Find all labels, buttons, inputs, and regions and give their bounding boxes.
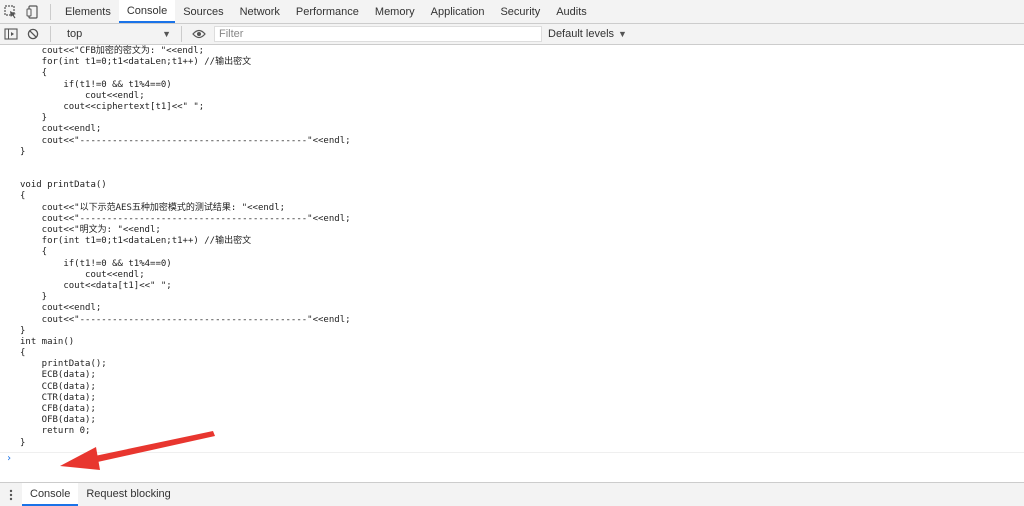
code-line: CCB(data); xyxy=(20,381,96,392)
code-line: for(int t1=0;t1<dataLen;t1++) //输出密文 xyxy=(20,236,252,247)
code-line: CTR(data); xyxy=(20,392,96,403)
code-line: return 0; xyxy=(20,426,91,437)
code-line: for(int t1=0;t1<dataLen;t1++) //输出密文 xyxy=(20,57,252,68)
toolbar-divider xyxy=(50,4,51,20)
cursor-box-icon[interactable] xyxy=(0,0,22,24)
code-line: cout<<"---------------------------------… xyxy=(20,213,351,224)
code-line: cout<<ciphertext[t1]<<" "; xyxy=(20,101,205,112)
toolbar-divider xyxy=(181,26,182,42)
caret-down-icon: ▼ xyxy=(618,29,627,39)
caret-down-icon: ▼ xyxy=(162,29,171,39)
code-line: cout<<data[t1]<<" "; xyxy=(20,280,172,291)
code-line: { xyxy=(20,191,26,202)
filter-input[interactable] xyxy=(214,26,542,42)
code-line: cout<<"---------------------------------… xyxy=(20,314,351,325)
code-line: { xyxy=(20,348,26,359)
tab-console[interactable]: Console xyxy=(118,0,176,23)
code-line: cout<<endl; xyxy=(20,124,102,135)
drawer-tab-request-blocking[interactable]: Request blocking xyxy=(78,483,178,506)
drawer-tabbar: Console Request blocking xyxy=(0,482,1024,506)
code-line: OFB(data); xyxy=(20,415,96,426)
code-line: printData(); xyxy=(20,359,107,370)
live-expression-eye-icon[interactable] xyxy=(188,22,210,46)
console-toolbar: top ▼ Default levels ▼ xyxy=(0,24,1024,45)
tab-sources[interactable]: Sources xyxy=(175,0,231,23)
code-line: ECB(data); xyxy=(20,370,96,381)
tab-performance[interactable]: Performance xyxy=(288,0,367,23)
code-line: if(t1!=0 && t1%4==0) xyxy=(20,258,172,269)
context-value: top xyxy=(67,28,83,40)
three-dots-icon[interactable] xyxy=(0,483,22,506)
tab-application[interactable]: Application xyxy=(423,0,493,23)
console-prompt[interactable]: › xyxy=(6,453,12,464)
devtools-tabbar: Elements Console Sources Network Performance… xyxy=(0,0,1024,24)
code-line: cout<<endl; xyxy=(20,303,102,314)
code-line: { xyxy=(20,68,48,79)
toolbar-divider xyxy=(50,26,51,42)
tab-memory[interactable]: Memory xyxy=(367,0,423,23)
code-line: cout<<endl; xyxy=(20,90,145,101)
code-line: CFB(data); xyxy=(20,404,96,414)
context-select[interactable]: top ▼ xyxy=(63,25,175,44)
code-line: } xyxy=(20,437,26,448)
code-line: cout<<"CFB加密的密文为: "<<endl; xyxy=(20,46,205,56)
prompt-divider xyxy=(0,452,1024,453)
code-line: cout<<"---------------------------------… xyxy=(20,135,351,146)
device-toggle-icon[interactable] xyxy=(22,0,44,24)
code-line: } xyxy=(20,292,48,303)
tab-network[interactable]: Network xyxy=(232,0,288,23)
code-line: cout<<"明文为: "<<endl; xyxy=(20,225,161,235)
code-line: } xyxy=(20,113,48,124)
code-line: { xyxy=(20,247,48,258)
log-levels-dropdown[interactable]: Default levels ▼ xyxy=(548,28,627,40)
clear-console-icon[interactable] xyxy=(22,22,44,46)
tab-elements[interactable]: Elements xyxy=(57,0,119,23)
console-output[interactable]: cout<<"CFB加密的密文为: "<<endl; for(int t1=0;… xyxy=(0,45,1024,482)
code-line: if(t1!=0 && t1%4==0) xyxy=(20,79,172,90)
code-line: int main() xyxy=(20,336,75,347)
code-line: } xyxy=(20,146,26,157)
code-line: cout<<endl; xyxy=(20,269,145,280)
tab-security[interactable]: Security xyxy=(492,0,548,23)
drawer-tab-console[interactable]: Console xyxy=(22,483,79,506)
log-levels-label: Default levels xyxy=(548,28,615,40)
panel-tabs: Elements Console Sources Network Performance… xyxy=(57,0,595,23)
show-sidebar-icon[interactable] xyxy=(0,22,22,46)
code-line: void printData() xyxy=(20,180,107,191)
code-line: } xyxy=(20,325,26,336)
console-message-code: cout<<"CFB加密的密文为: "<<endl; for(int t1=0;… xyxy=(20,46,351,449)
drawer-tabs: Console Request blocking xyxy=(22,483,179,506)
tab-audits[interactable]: Audits xyxy=(548,0,595,23)
code-line: cout<<"以下示范AES五种加密模式的测试结果: "<<endl; xyxy=(20,202,286,213)
